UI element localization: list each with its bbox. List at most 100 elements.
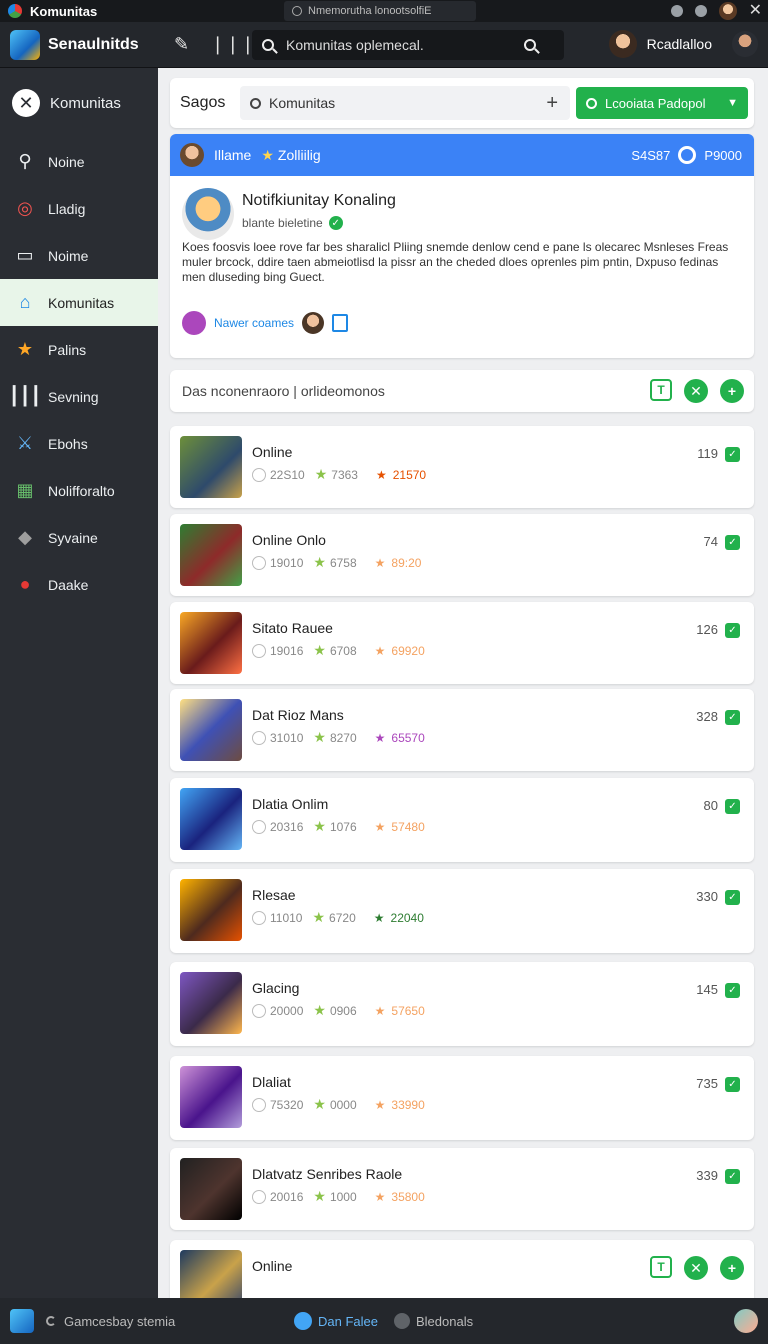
game-title[interactable]: Online	[252, 444, 292, 460]
game-row[interactable]: Sitato Rauee 19016 ★ 6708 ★ 69920 126 ✓	[170, 602, 754, 684]
chevron-down-icon[interactable]: ▼	[727, 97, 738, 109]
profile-avatar[interactable]	[734, 1309, 758, 1333]
game-score: 69920	[391, 643, 425, 658]
titlebar-address[interactable]: Nmemorutha lonootsolfiE	[284, 1, 476, 21]
game-row[interactable]: Dlaliat 75320 ★ 0000 ★ 33990 735 ✓	[170, 1056, 754, 1140]
bookmark-icon[interactable]	[332, 314, 349, 332]
orb-icon: ●	[19, 574, 31, 594]
sidebar-item-sevning[interactable]: ┃┃┃ Sevning	[0, 373, 158, 420]
community-search-input[interactable]: Komunitas +	[240, 86, 570, 120]
user-avatar[interactable]	[608, 30, 637, 58]
game-row[interactable]: Online Onlo 19010 ★ 6758 ★ 89:20 74 ✓	[170, 514, 754, 596]
check-icon[interactable]: ✓	[725, 890, 740, 905]
players-icon	[252, 1097, 266, 1112]
featured-body: Notifkiunitay Konaling blante bieletine …	[170, 176, 754, 347]
game-row[interactable]: Online T ✕ +	[170, 1240, 754, 1298]
member-avatar[interactable]	[302, 312, 325, 334]
game-thumbnail[interactable]	[180, 879, 242, 941]
user-name[interactable]: Rcadlalloo	[647, 36, 712, 52]
sidebar-item-noine[interactable]: ⚲ Noine	[0, 138, 158, 185]
sidebar-item-lladig[interactable]: ◎ Lladig	[0, 185, 158, 232]
text-filter-icon[interactable]: T	[650, 1256, 672, 1278]
header-avatar[interactable]	[180, 143, 204, 167]
check-icon[interactable]: ✓	[725, 535, 740, 550]
trend-icon: ★	[375, 467, 387, 482]
game-thumbnail[interactable]	[180, 612, 242, 674]
minimize-icon[interactable]	[670, 5, 683, 17]
game-row[interactable]: Rlesae 11010 ★ 6720 ★ 22040 330 ✓	[170, 869, 754, 953]
featured-footer-link[interactable]: Nawer coames	[214, 316, 294, 330]
game-row[interactable]: Dlatvatz Senribes Raole 20016 ★ 1000 ★ 35800 3…	[170, 1148, 754, 1230]
game-thumbnail[interactable]	[180, 1250, 242, 1298]
pen-icon[interactable]: ✎	[174, 34, 189, 55]
game-players: 31010	[270, 730, 304, 745]
game-thumbnail[interactable]	[180, 788, 242, 850]
search-submit-icon[interactable]	[524, 39, 536, 51]
sidebar-item-palins[interactable]: ★ Palins	[0, 326, 158, 373]
game-title[interactable]: Sitato Rauee	[252, 620, 333, 636]
text-filter-icon[interactable]: T	[650, 379, 672, 401]
sidebar-item-nolifforalto[interactable]: ▦ Nolifforalto	[0, 467, 158, 514]
game-rating: 0000	[329, 1097, 357, 1112]
game-title[interactable]: Online	[252, 1258, 292, 1274]
game-thumbnail[interactable]	[180, 1158, 242, 1220]
sidebar-item-syvaine[interactable]: ◆ Syvaine	[0, 514, 158, 561]
game-meta: 31010 ★ 8270 ★ 65570	[252, 729, 425, 746]
clear-filter-icon[interactable]: ✕	[684, 379, 708, 403]
check-icon[interactable]: ✓	[725, 447, 740, 462]
game-players: 11010	[270, 910, 303, 925]
check-icon[interactable]: ✓	[725, 1169, 740, 1184]
global-search-input[interactable]: Komunitas oplemecal.	[252, 30, 564, 60]
trend-icon: ★	[374, 1097, 386, 1112]
add-icon[interactable]: +	[720, 1256, 744, 1280]
game-title[interactable]: Glacing	[252, 980, 299, 996]
search-card: Sagos Komunitas + Lcooiata Padopol ▼	[170, 78, 754, 128]
sidebar-item-noime[interactable]: ▭ Noime	[0, 232, 158, 279]
refresh-icon[interactable]	[46, 1316, 56, 1326]
players-icon	[252, 1189, 266, 1204]
game-thumbnail[interactable]	[180, 436, 242, 498]
game-thumbnail[interactable]	[180, 1066, 242, 1128]
game-row[interactable]: Dat Rioz Mans 31010 ★ 8270 ★ 65570 328 ✓	[170, 689, 754, 771]
game-title[interactable]: Dat Rioz Mans	[252, 707, 344, 723]
game-score: 57650	[391, 1003, 425, 1018]
game-thumbnail[interactable]	[180, 699, 242, 761]
bottom-tab[interactable]: Bledonals	[394, 1313, 473, 1329]
check-icon[interactable]: ✓	[725, 623, 740, 638]
players-icon	[252, 643, 266, 658]
sidebar-item-komunitas-header[interactable]: ✕ Komunitas	[0, 68, 158, 138]
secondary-avatar[interactable]	[732, 31, 758, 57]
game-row[interactable]: Glacing 20000 ★ 0906 ★ 57650 145 ✓	[170, 962, 754, 1046]
game-thumbnail[interactable]	[180, 524, 242, 586]
game-thumbnail[interactable]	[180, 972, 242, 1034]
sidebar-item-komunitas[interactable]: ⌂ Komunitas	[0, 279, 158, 326]
game-title[interactable]: Rlesae	[252, 887, 296, 903]
add-filter-icon[interactable]: +	[720, 379, 744, 403]
sidebar-item-ebohs[interactable]: ⚔ Ebohs	[0, 420, 158, 467]
check-icon[interactable]: ✓	[725, 799, 740, 814]
game-title[interactable]: Online Onlo	[252, 532, 326, 548]
game-meta: 75320 ★ 0000 ★ 33990	[252, 1096, 425, 1113]
check-icon[interactable]: ✓	[725, 1077, 740, 1092]
game-title[interactable]: Dlatia Onlim	[252, 796, 328, 812]
game-row[interactable]: Dlatia Onlim 20316 ★ 1076 ★ 57480 80 ✓	[170, 778, 754, 862]
sword-icon: ⚔	[16, 433, 34, 453]
game-row[interactable]: Online 22S10 ★ 7363 ★ 21570 119 ✓	[170, 426, 754, 508]
account-avatar[interactable]	[718, 2, 737, 20]
filter-text[interactable]: Das nconenraoro | orlideomonos	[182, 383, 385, 399]
check-icon[interactable]: ✓	[725, 710, 740, 725]
check-icon[interactable]: ✓	[725, 983, 740, 998]
bottom-tab-active[interactable]: Dan Falee	[294, 1312, 378, 1330]
game-meta: 19016 ★ 6708 ★ 69920	[252, 642, 425, 659]
settings-icon[interactable]	[694, 5, 707, 17]
featured-avatar	[182, 188, 234, 240]
locate-button[interactable]: Lcooiata Padopol ▼	[576, 87, 748, 119]
close-circle-icon[interactable]: ✕	[12, 89, 40, 117]
sidebar-item-daake[interactable]: ● Daake	[0, 561, 158, 608]
clear-icon[interactable]: ✕	[684, 1256, 708, 1280]
close-window-icon[interactable]: ✕	[749, 3, 762, 19]
add-icon[interactable]: +	[546, 92, 558, 115]
game-title[interactable]: Dlatvatz Senribes Raole	[252, 1166, 402, 1182]
game-title[interactable]: Dlaliat	[252, 1074, 291, 1090]
bars-icon[interactable]: ❘❘❘	[210, 34, 255, 55]
